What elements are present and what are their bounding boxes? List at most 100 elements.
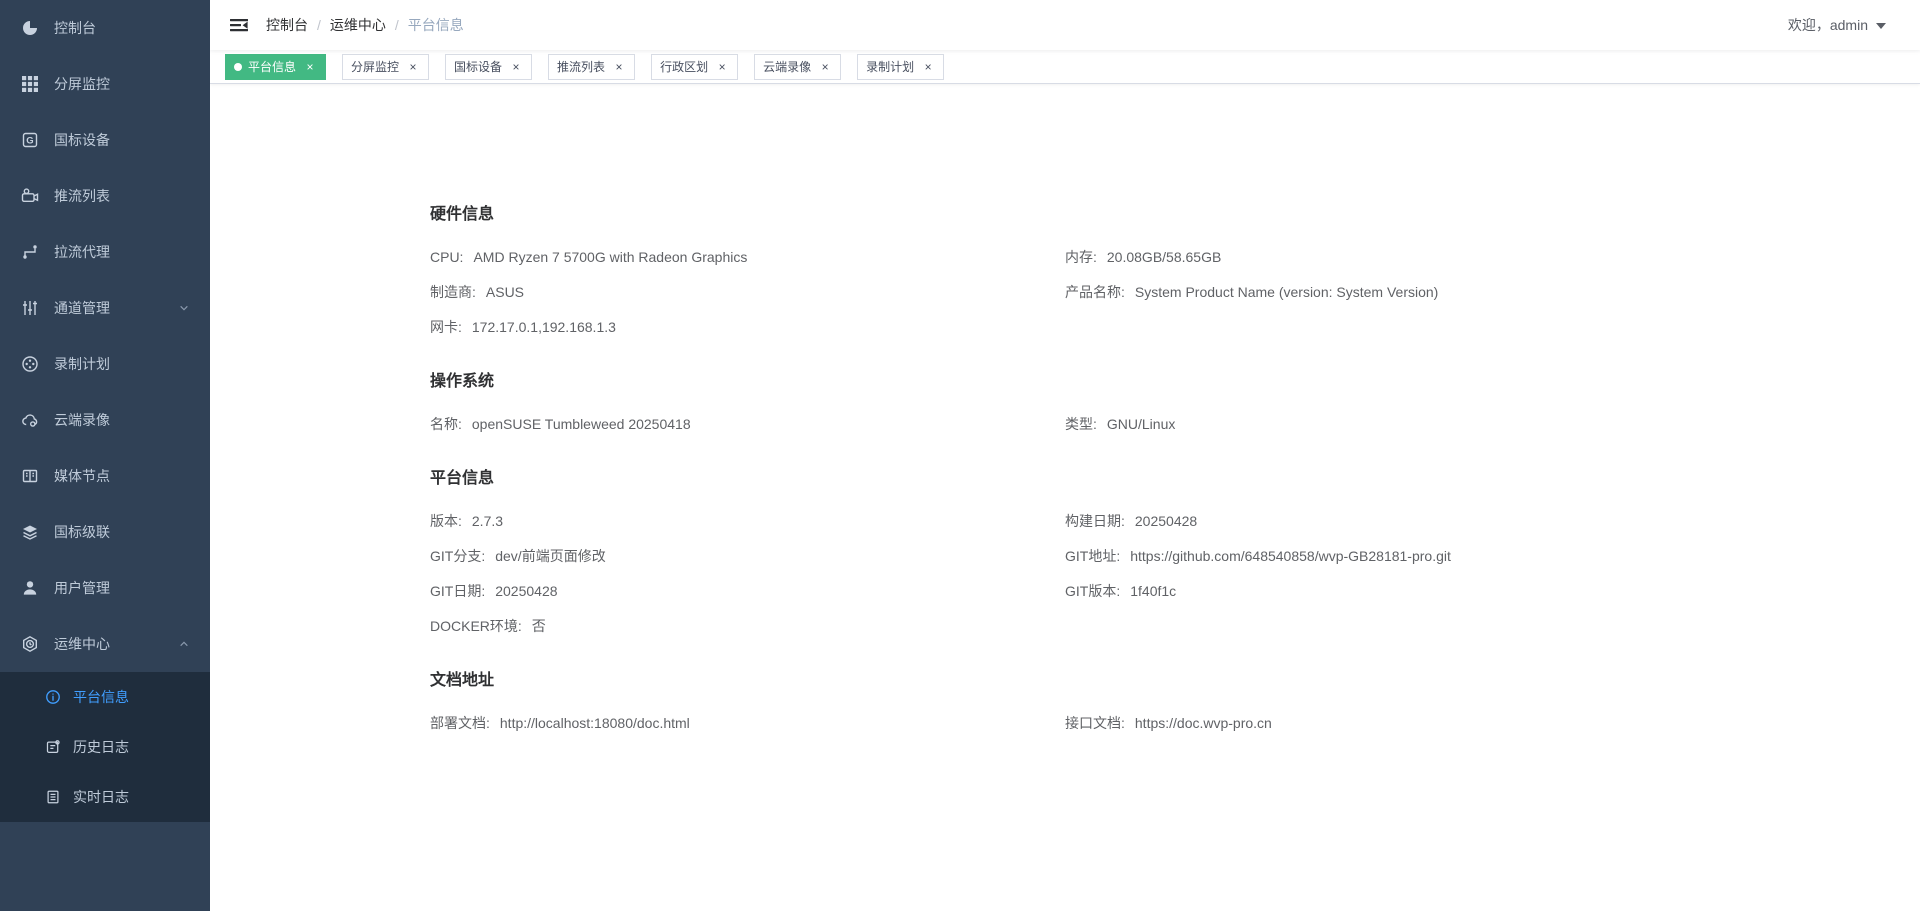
sidebar: 控制台 分屏监控 G 国标设备 推流列表 拉流代理 通道管理 [0, 0, 210, 911]
info-label: 名称: [430, 416, 462, 432]
sidebar-item-split-screen[interactable]: 分屏监控 [0, 56, 210, 112]
sidebar-item-label: 控制台 [54, 18, 96, 38]
sidebar-subitem-label: 历史日志 [73, 737, 129, 757]
info-row: GIT地址:https://github.com/648540858/wvp-G… [1065, 539, 1880, 574]
info-row: 类型:GNU/Linux [1065, 407, 1880, 442]
info-label: 网卡: [430, 319, 462, 335]
info-label: 接口文档: [1065, 715, 1125, 731]
video-camera-icon [21, 187, 39, 205]
sidebar-item-record-plan[interactable]: 录制计划 [0, 336, 210, 392]
tag-admin-region[interactable]: 行政区划 [651, 54, 738, 80]
svg-text:G: G [26, 136, 33, 147]
breadcrumb-item[interactable]: 控制台 [266, 15, 308, 35]
info-label: 内存: [1065, 249, 1097, 265]
info-row: 制造商:ASUS [430, 275, 1065, 310]
close-icon[interactable] [303, 60, 317, 74]
cloud-icon [21, 411, 39, 429]
breadcrumb: 控制台 / 运维中心 / 平台信息 [266, 15, 464, 35]
close-icon[interactable] [921, 60, 935, 74]
tag-split-screen[interactable]: 分屏监控 [342, 54, 429, 80]
sidebar-subitem-history-log[interactable]: 历史日志 [0, 722, 210, 772]
close-icon[interactable] [715, 60, 729, 74]
sidebar-subitem-platform-info[interactable]: 平台信息 [0, 672, 210, 722]
sidebar-collapse-icon[interactable] [229, 16, 249, 34]
info-value: dev/前端页面修改 [495, 548, 605, 564]
info-row: 网卡: 172.17.0.1,192.168.1.3 [430, 310, 1065, 345]
info-row: CPU:AMD Ryzen 7 5700G with Radeon Graphi… [430, 240, 1065, 275]
sidebar-item-label: 录制计划 [54, 354, 110, 374]
info-value: System Product Name (version: System Ver… [1135, 284, 1438, 300]
sidebar-item-label: 国标设备 [54, 130, 110, 150]
info-row: GIT日期:20250428 [430, 574, 1065, 609]
info-row: 名称:openSUSE Tumbleweed 20250418 [430, 407, 1065, 442]
info-row: GIT版本:1f40f1c [1065, 574, 1880, 609]
tag-label: 分屏监控 [351, 58, 399, 75]
gb-device-icon: G [21, 131, 39, 149]
breadcrumb-item[interactable]: 运维中心 [330, 15, 386, 35]
sidebar-subitem-label: 平台信息 [73, 687, 129, 707]
tag-label: 行政区划 [660, 58, 708, 75]
info-row: DOCKER环境: 否 [430, 609, 1065, 644]
close-icon[interactable] [818, 60, 832, 74]
info-value: 否 [532, 618, 546, 634]
sidebar-item-push-stream-list[interactable]: 推流列表 [0, 168, 210, 224]
section-title: 平台信息 [430, 468, 1880, 490]
info-label: 制造商: [430, 284, 476, 300]
sidebar-item-label: 用户管理 [54, 578, 110, 598]
sidebar-item-label: 拉流代理 [54, 242, 110, 262]
sidebar-item-media-node[interactable]: 媒体节点 [0, 448, 210, 504]
tags-view-bar: 平台信息 分屏监控 国标设备 推流列表 行政区划 云端录像 [210, 50, 1920, 84]
sidebar-item-label: 分屏监控 [54, 74, 110, 94]
section-hardware-info: 硬件信息 CPU:AMD Ryzen 7 5700G with Radeon G… [430, 204, 1880, 345]
breadcrumb-current: 平台信息 [408, 15, 464, 35]
sidebar-subitem-realtime-log[interactable]: 实时日志 [0, 772, 210, 822]
info-row: 部署文档:http://localhost:18080/doc.html [430, 706, 1065, 741]
tag-record-plan[interactable]: 录制计划 [857, 54, 944, 80]
sidebar-subitem-label: 实时日志 [73, 787, 129, 807]
server-icon [21, 467, 39, 485]
section-title: 硬件信息 [430, 204, 1880, 226]
sidebar-item-dashboard[interactable]: 控制台 [0, 0, 210, 56]
close-icon[interactable] [612, 60, 626, 74]
sidebar-item-label: 媒体节点 [54, 466, 110, 486]
info-value: http://localhost:18080/doc.html [500, 715, 690, 731]
close-icon[interactable] [509, 60, 523, 74]
breadcrumb-separator: / [395, 17, 399, 33]
close-icon[interactable] [406, 60, 420, 74]
chevron-down-icon [178, 302, 190, 314]
sidebar-item-cloud-recording[interactable]: 云端录像 [0, 392, 210, 448]
section-left-column: 名称:openSUSE Tumbleweed 20250418 [430, 407, 1065, 442]
caret-down-icon [1876, 23, 1886, 29]
share-icon [21, 243, 39, 261]
user-dropdown[interactable]: 欢迎， admin [1788, 15, 1886, 35]
info-row: 内存:20.08GB/58.65GB [1065, 240, 1880, 275]
layers-icon [21, 523, 39, 541]
section-left-column: CPU:AMD Ryzen 7 5700G with Radeon Graphi… [430, 240, 1065, 345]
info-value: AMD Ryzen 7 5700G with Radeon Graphics [473, 249, 747, 265]
info-row: 版本:2.7.3 [430, 504, 1065, 539]
section-platform-info: 平台信息 版本:2.7.3 GIT分支:dev/前端页面修改 GIT日期:202… [430, 468, 1880, 644]
info-row: GIT分支:dev/前端页面修改 [430, 539, 1065, 574]
section-right-column: 类型:GNU/Linux [1065, 407, 1880, 442]
info-value: https://github.com/648540858/wvp-GB28181… [1130, 548, 1451, 564]
sidebar-item-channel-management[interactable]: 通道管理 [0, 280, 210, 336]
info-label: GIT版本: [1065, 583, 1120, 599]
tag-cloud-recording[interactable]: 云端录像 [754, 54, 841, 80]
tag-push-stream-list[interactable]: 推流列表 [548, 54, 635, 80]
sidebar-item-gb-device[interactable]: G 国标设备 [0, 112, 210, 168]
tag-gb-device[interactable]: 国标设备 [445, 54, 532, 80]
tag-platform-info[interactable]: 平台信息 [225, 54, 326, 80]
sidebar-item-ops-center[interactable]: 运维中心 [0, 616, 210, 672]
sidebar-item-user-management[interactable]: 用户管理 [0, 560, 210, 616]
info-label: 构建日期: [1065, 513, 1125, 529]
section-operating-system: 操作系统 名称:openSUSE Tumbleweed 20250418 类型:… [430, 371, 1880, 442]
info-label: 版本: [430, 513, 462, 529]
info-label: DOCKER环境: [430, 618, 522, 634]
section-left-column: 部署文档:http://localhost:18080/doc.html [430, 706, 1065, 741]
dashboard-icon [21, 19, 39, 37]
record-icon [21, 355, 39, 373]
section-doc-address: 文档地址 部署文档:http://localhost:18080/doc.htm… [430, 670, 1880, 741]
sidebar-item-gb-cascade[interactable]: 国标级联 [0, 504, 210, 560]
info-value: 172.17.0.1,192.168.1.3 [472, 319, 616, 335]
sidebar-item-pull-stream-proxy[interactable]: 拉流代理 [0, 224, 210, 280]
